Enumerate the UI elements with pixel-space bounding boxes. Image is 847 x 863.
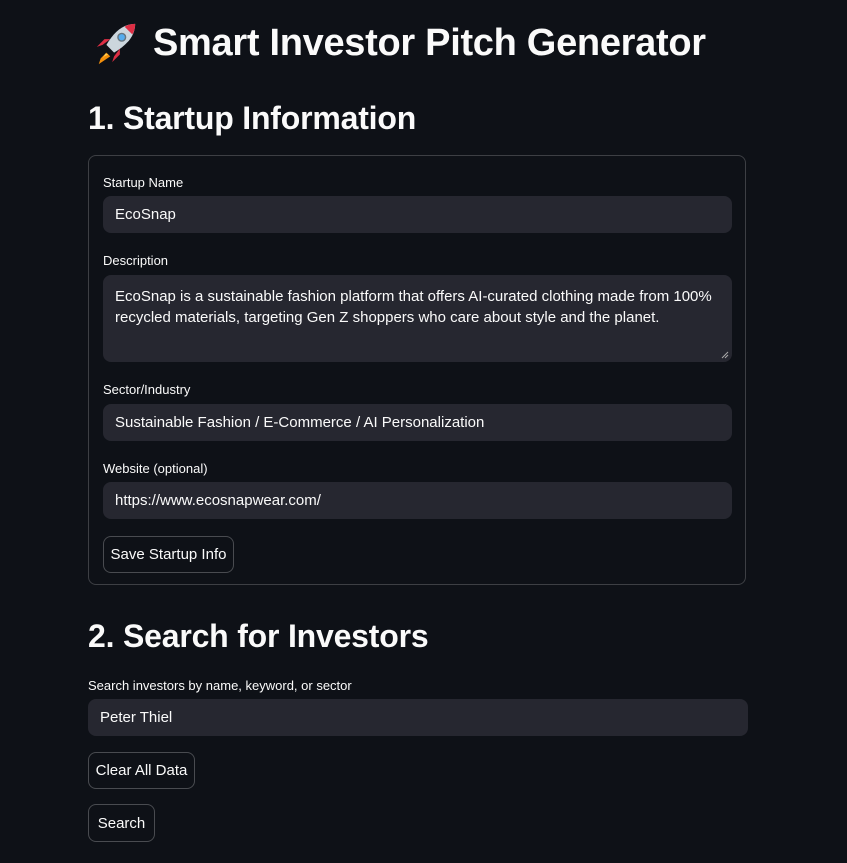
clear-all-data-button[interactable]: Clear All Data bbox=[88, 752, 195, 789]
rocket-icon bbox=[96, 23, 136, 65]
startup-info-form: Startup Name EcoSnap Description EcoSnap… bbox=[88, 155, 746, 585]
website-label: Website (optional) bbox=[103, 461, 208, 476]
startup-name-input[interactable]: EcoSnap bbox=[103, 196, 732, 233]
search-investors-input[interactable]: Peter Thiel bbox=[88, 699, 748, 736]
description-text: EcoSnap is a sustainable fashion platfor… bbox=[115, 288, 712, 326]
startup-info-heading: 1. Startup Information bbox=[88, 100, 417, 136]
page-title: Smart Investor Pitch Generator bbox=[93, 20, 706, 66]
search-button[interactable]: Search bbox=[88, 804, 155, 842]
startup-name-label: Startup Name bbox=[103, 175, 184, 190]
search-investors-label: Search investors by name, keyword, or se… bbox=[88, 678, 352, 693]
sector-input[interactable]: Sustainable Fashion / E-Commerce / AI Pe… bbox=[103, 404, 732, 441]
description-textarea[interactable]: EcoSnap is a sustainable fashion platfor… bbox=[103, 275, 732, 362]
description-label: Description bbox=[103, 253, 169, 268]
save-startup-info-button[interactable]: Save Startup Info bbox=[103, 536, 234, 573]
website-input[interactable]: https://www.ecosnapwear.com/ bbox=[103, 482, 732, 519]
search-investors-heading: 2. Search for Investors bbox=[88, 618, 429, 654]
app-title: Smart Investor Pitch Generator bbox=[153, 21, 706, 64]
resize-grip-icon[interactable] bbox=[721, 351, 729, 359]
sector-label: Sector/Industry bbox=[103, 382, 191, 397]
